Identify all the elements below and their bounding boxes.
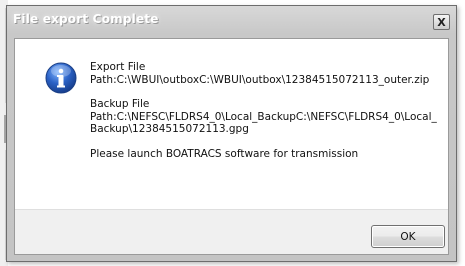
close-icon: X <box>437 15 446 29</box>
message-area: Export File Path:C:\WBUI\outboxC:\WBUI\o… <box>15 39 448 209</box>
ok-button[interactable]: OK <box>371 225 445 248</box>
backup-path-message: Backup File Path:C:\NEFSC\FLDRS4_0\Local… <box>90 98 437 135</box>
info-icon <box>45 62 77 94</box>
close-button[interactable]: X <box>433 14 450 30</box>
dialog-title: File export Complete <box>13 12 159 26</box>
export-path-message: Export File Path:C:\WBUI\outboxC:\WBUI\o… <box>90 61 430 86</box>
launch-instruction-message: Please launch BOATRACS software for tran… <box>90 147 359 160</box>
title-bar[interactable]: File export Complete X <box>7 6 456 34</box>
file-export-dialog: File export Complete X Export File Path:… <box>6 5 457 262</box>
message-text: Export File Path:C:\WBUI\outboxC:\WBUI\o… <box>90 61 442 172</box>
dialog-client-area: Export File Path:C:\WBUI\outboxC:\WBUI\o… <box>14 38 449 255</box>
footer-divider <box>15 209 448 210</box>
